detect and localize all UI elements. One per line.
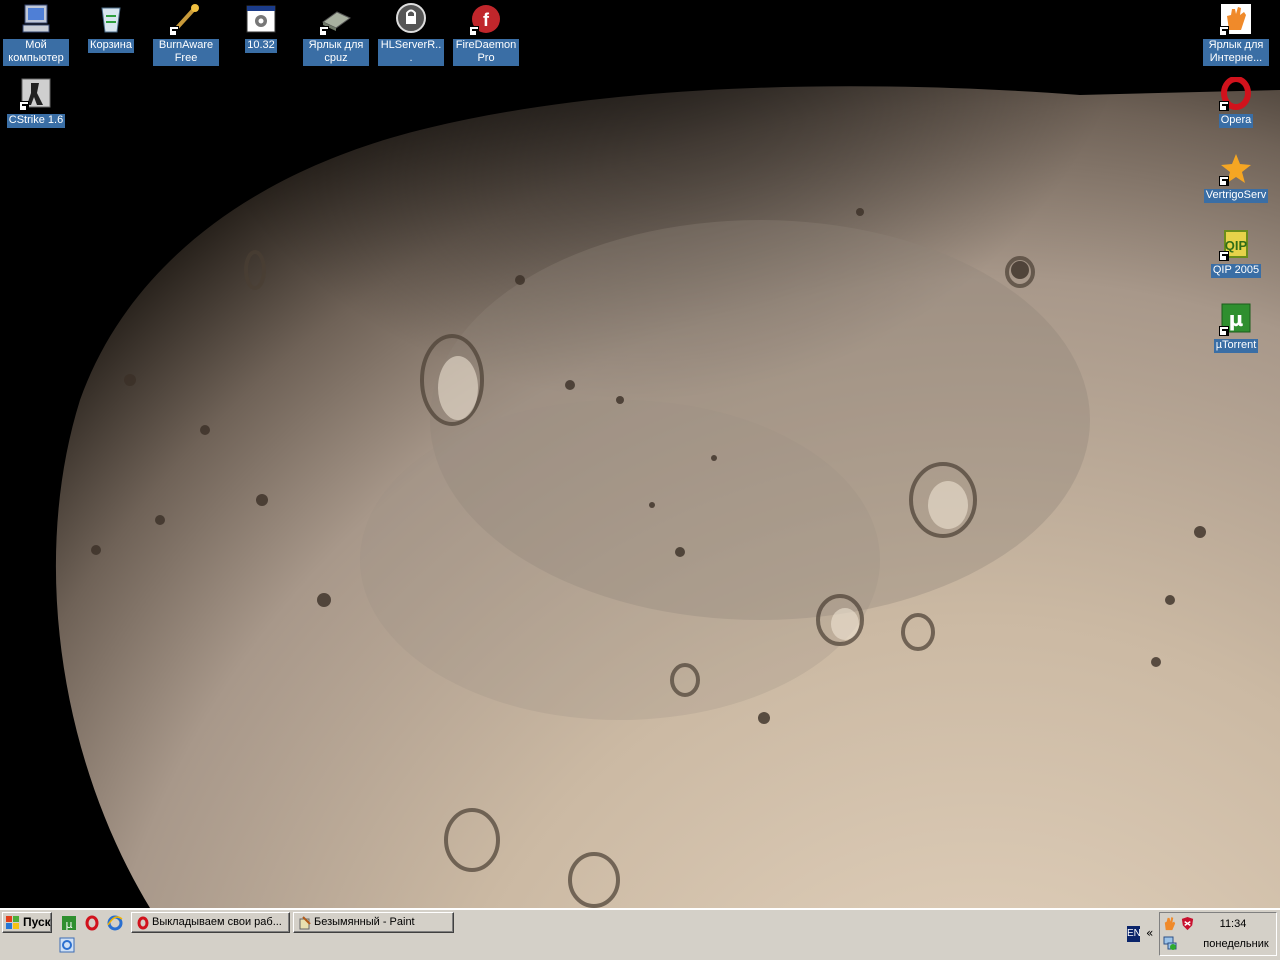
task-button-paint[interactable]: Безымянный - Paint <box>293 912 454 933</box>
desktop-icon-10-32[interactable]: 10.32 <box>223 2 299 53</box>
desktop-icon-label: FireDaemon Pro <box>453 39 519 66</box>
desktop-icon-label: QIP 2005 <box>1210 264 1262 278</box>
desktop-icon-label: VertrigoServ <box>1203 189 1269 203</box>
desktop-icon-label: BurnAware Free <box>153 39 219 66</box>
desktop-icon-internet-shortcut[interactable]: Ярлык для Интерне... <box>1198 2 1274 66</box>
desktop-icon-label: Opera <box>1218 114 1254 128</box>
hlserver-icon <box>396 3 426 33</box>
windows-logo-icon <box>6 916 19 929</box>
desktop-icon-opera[interactable]: Opera <box>1198 77 1274 128</box>
my-computer-icon <box>22 4 50 33</box>
desktop-icon-label: Мой компьютер <box>3 39 69 66</box>
desktop-icon-label: µTorrent <box>1213 339 1259 353</box>
desktop-icon-label: Ярлык для cpuz <box>303 39 369 66</box>
svg-text:µ: µ <box>66 918 73 931</box>
desktop-icon-qip[interactable]: QIP QIP 2005 <box>1198 227 1274 278</box>
desktop-icon-label: CStrike 1.6 <box>6 114 66 128</box>
ie-small-icon[interactable] <box>59 937 75 953</box>
desktop-icon-vertrigo[interactable]: VertrigoServ <box>1198 152 1274 203</box>
desktop-icon-label: Ярлык для Интерне... <box>1203 39 1269 66</box>
clock-time[interactable]: 11:34 <box>1198 918 1268 930</box>
desktop-icon-label: Корзина <box>88 39 134 53</box>
desktop-icon-label: 10.32 <box>245 39 277 53</box>
desktop-icon-label: HLServerR... <box>378 39 444 66</box>
taskbar: Пуск µ Выкладываем свои раб... Безымянны… <box>0 908 1280 960</box>
shield-icon[interactable] <box>1180 916 1195 931</box>
task-button-label: Выкладываем свои раб... <box>152 916 282 928</box>
clock-day: понедельник <box>1203 938 1269 950</box>
hand-icon[interactable] <box>1162 916 1177 931</box>
svg-text:µ: µ <box>1229 307 1244 331</box>
recycle-bin-icon <box>101 7 121 33</box>
desktop-icon-firedaemon[interactable]: f FireDaemon Pro <box>448 2 524 66</box>
task-button-opera[interactable]: Выкладываем свои раб... <box>131 912 290 933</box>
start-button[interactable]: Пуск <box>2 912 52 933</box>
opera-icon <box>137 916 149 930</box>
app-window-icon <box>246 5 276 33</box>
tray-expand-arrow[interactable]: « <box>1146 926 1153 940</box>
desktop-icon-burnaware[interactable]: BurnAware Free <box>148 2 224 66</box>
ie-icon[interactable] <box>107 915 123 931</box>
desktop-icon-my-computer[interactable]: Мой компьютер <box>0 2 74 66</box>
opera-icon[interactable] <box>84 915 100 931</box>
desktop-icon-recycle-bin[interactable]: Корзина <box>73 2 149 53</box>
utorrent-icon[interactable]: µ <box>61 915 77 931</box>
paint-icon <box>299 916 311 930</box>
desktop-icon-utorrent[interactable]: µ µTorrent <box>1198 302 1274 353</box>
svg-text:f: f <box>483 10 490 30</box>
desktop-icon-hlserver[interactable]: HLServerR... <box>373 2 449 66</box>
desktop-icon-cpuz[interactable]: Ярлык для cpuz <box>298 2 374 66</box>
network-icon[interactable] <box>1162 935 1178 951</box>
start-label: Пуск <box>23 915 51 929</box>
desktop-icon-cstrike[interactable]: CStrike 1.6 <box>0 77 74 128</box>
language-indicator[interactable]: EN <box>1127 926 1140 942</box>
task-button-label: Безымянный - Paint <box>314 916 415 928</box>
desktop-wallpaper <box>0 0 1280 908</box>
